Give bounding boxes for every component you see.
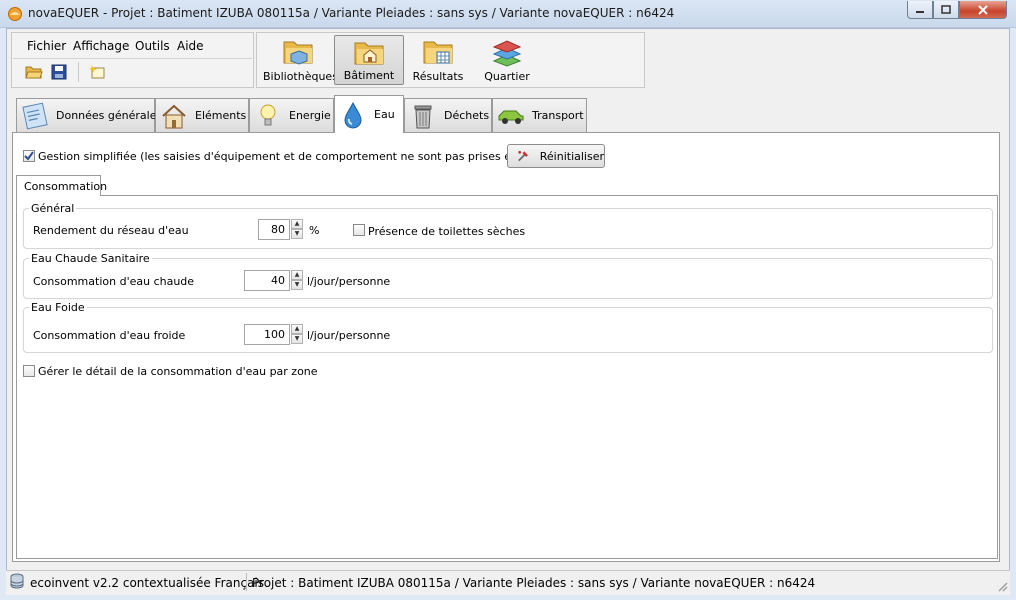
eau-froide-unit: l/jour/personne <box>307 329 391 342</box>
rendement-unit: % <box>309 224 320 237</box>
tab-eau[interactable]: Eau <box>334 95 404 133</box>
menu-affichage[interactable]: Affichage <box>69 39 133 53</box>
eau-froide-stepper[interactable]: ▲ ▼ <box>291 324 303 345</box>
nav-resultats-button[interactable]: Résultats <box>405 35 471 85</box>
tab-transport-label: Transport <box>532 109 584 122</box>
reinitialiser-button[interactable]: Réinitialiser <box>507 144 605 168</box>
tab-transport[interactable]: Transport <box>492 98 587 132</box>
reinitialiser-label: Réinitialiser <box>539 149 604 163</box>
detail-par-zone-label: Gérer le détail de la consommation d'eau… <box>38 365 318 378</box>
spin-down-icon[interactable]: ▼ <box>291 334 303 344</box>
rendement-stepper[interactable]: ▲ ▼ <box>291 219 303 240</box>
group-general-title: Général <box>29 202 77 215</box>
close-button[interactable] <box>959 1 1007 19</box>
tab-dechets[interactable]: Déchets <box>404 98 492 132</box>
gestion-simplifiee-label: Gestion simplifiée (les saisies d'équipe… <box>38 150 568 163</box>
car-icon <box>498 110 524 124</box>
toolbar-separator <box>78 62 79 82</box>
library-folder-icon <box>283 41 313 65</box>
minimize-icon <box>916 10 924 13</box>
trash-bin-icon <box>414 105 432 128</box>
eau-chaude-stepper[interactable]: ▲ ▼ <box>291 270 303 291</box>
maximize-button[interactable] <box>933 1 959 19</box>
reset-tool-icon <box>518 150 528 162</box>
toilettes-seches-checkbox[interactable] <box>353 224 365 236</box>
tab-dechets-label: Déchets <box>444 109 490 122</box>
close-icon <box>978 4 988 15</box>
status-database: ecoinvent v2.2 contextualisée Français <box>30 576 265 590</box>
nav-batiment-label: Bâtiment <box>343 69 395 82</box>
open-folder-icon[interactable] <box>25 64 43 80</box>
group-eau-froide-title: Eau Foide <box>29 301 87 314</box>
nav-bibliotheques-label: Bibliothèques <box>263 70 338 83</box>
tab-consommation-label: Consommation <box>24 180 108 193</box>
database-icon <box>10 573 24 589</box>
nav-quartier-button[interactable]: Quartier <box>476 35 538 85</box>
save-disk-icon[interactable] <box>50 64 68 80</box>
district-icon <box>492 40 522 67</box>
group-eau-chaude-title: Eau Chaude Sanitaire <box>29 252 152 265</box>
water-drop-icon <box>344 101 362 128</box>
tab-donnees-generales[interactable]: Données générales <box>16 98 162 132</box>
tab-eau-label: Eau <box>374 108 395 121</box>
menu-outils[interactable]: Outils <box>131 39 174 53</box>
new-item-icon[interactable] <box>87 64 105 80</box>
tab-consommation[interactable]: Consommation <box>16 175 107 196</box>
tab-donnees-generales-label: Données générales <box>56 109 163 122</box>
spin-up-icon[interactable]: ▲ <box>291 324 303 334</box>
rendement-input[interactable]: 80 <box>258 219 290 240</box>
detail-par-zone-checkbox[interactable] <box>23 365 35 377</box>
tab-energie-label: Energie <box>289 109 331 122</box>
menu-separator <box>13 58 252 59</box>
spin-up-icon[interactable]: ▲ <box>291 219 303 229</box>
status-separator <box>246 573 247 591</box>
tab-elements[interactable]: Eléments <box>155 98 249 132</box>
toilettes-seches-label: Présence de toilettes sèches <box>368 225 526 238</box>
window-title: novaEQUER - Projet : Batiment IZUBA 0801… <box>28 6 675 20</box>
app-logo-icon <box>8 7 22 21</box>
minimize-button[interactable] <box>907 1 933 19</box>
nav-bibliotheques-button[interactable]: Bibliothèques <box>263 35 338 85</box>
gestion-simplifiee-checkbox[interactable] <box>23 150 35 162</box>
building-folder-icon <box>354 42 384 65</box>
results-folder-icon <box>423 41 453 64</box>
tab-elements-label: Eléments <box>195 109 247 122</box>
resize-grip-icon[interactable] <box>996 580 1008 592</box>
eau-froide-input[interactable]: 100 <box>244 324 290 345</box>
eau-chaude-input[interactable]: 40 <box>244 270 290 291</box>
eau-chaude-label: Consommation d'eau chaude <box>33 275 195 288</box>
general-data-icon <box>22 102 48 129</box>
spin-down-icon[interactable]: ▼ <box>291 280 303 290</box>
rendement-label: Rendement du réseau d'eau <box>33 224 189 237</box>
lightbulb-icon <box>260 104 276 125</box>
nav-quartier-label: Quartier <box>484 70 530 83</box>
nav-batiment-button[interactable]: Bâtiment <box>334 35 404 85</box>
maximize-icon <box>941 5 951 14</box>
menu-fichier[interactable]: Fichier <box>23 39 70 53</box>
spin-down-icon[interactable]: ▼ <box>291 229 303 239</box>
checkmark-icon <box>24 151 34 161</box>
spin-up-icon[interactable]: ▲ <box>291 270 303 280</box>
eau-froide-label: Consommation d'eau froide <box>33 329 186 342</box>
house-icon <box>162 104 186 128</box>
nav-resultats-label: Résultats <box>412 70 464 83</box>
menu-aide[interactable]: Aide <box>173 39 208 53</box>
tab-energie[interactable]: Energie <box>249 98 334 132</box>
eau-chaude-unit: l/jour/personne <box>307 275 391 288</box>
status-project: Projet : Batiment IZUBA 080115a / Varian… <box>252 576 816 590</box>
